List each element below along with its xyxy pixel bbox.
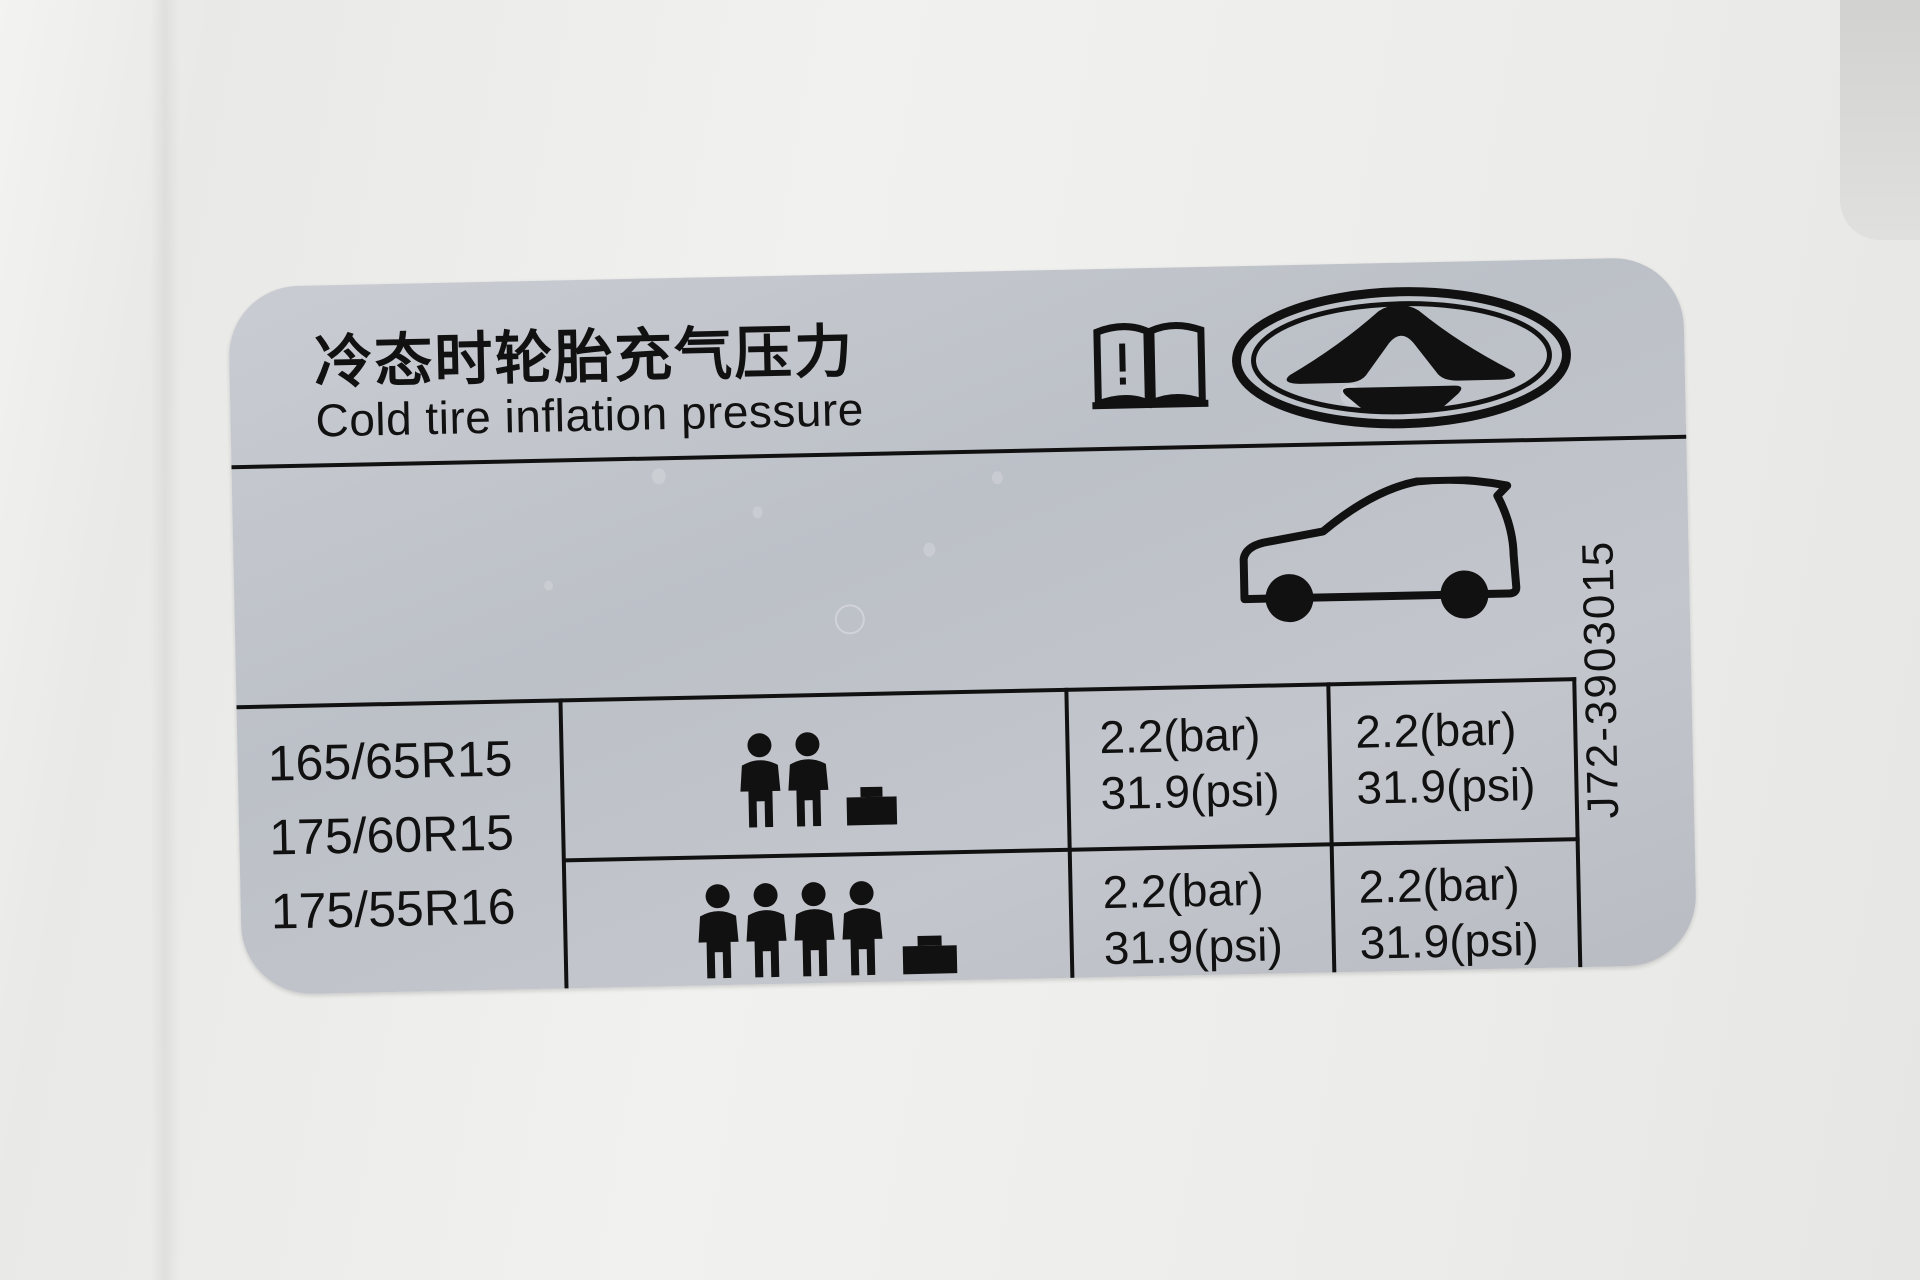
pressure-bar: 2.2(bar) (1358, 857, 1521, 913)
pressure-bar: 2.2(bar) (1354, 702, 1517, 758)
vehicle-door-frame: 冷态时轮胎充气压力 Cold tire inflation pressure 1… (0, 0, 1920, 1280)
four-occupants-luggage-icon (698, 881, 958, 979)
pressure-psi: 31.9(psi) (1355, 758, 1536, 814)
rear-pressure-2-occupants: 2.2(bar) 31.9(psi) (1355, 700, 1536, 816)
table-col-divider (1326, 682, 1337, 973)
surface-droplet (543, 580, 554, 591)
pressure-psi: 31.9(psi) (1103, 918, 1284, 975)
car-side-icon (1239, 475, 1521, 623)
book-warning-icon (1092, 321, 1209, 410)
tire-size: 165/65R15 (267, 730, 513, 792)
pressure-psi: 31.9(psi) (1359, 913, 1540, 969)
table-col-divider (1064, 687, 1075, 978)
pressure-bar: 2.2(bar) (1098, 707, 1261, 764)
surface-droplet (834, 604, 866, 635)
rear-pressure-4-occupants: 2.2(bar) 31.9(psi) (1358, 855, 1539, 971)
surface-droplet (991, 471, 1004, 485)
panel-edge (150, 0, 180, 1280)
two-occupants-luggage-icon (740, 732, 898, 828)
surface-droplet (651, 468, 666, 485)
tire-size-list: 165/65R15 175/60R15 175/55R16 (267, 721, 516, 948)
front-pressure-4-occupants: 2.2(bar) 31.9(psi) (1102, 860, 1283, 976)
surface-droplet (752, 506, 763, 519)
tire-pressure-label: 冷态时轮胎充气压力 Cold tire inflation pressure 1… (227, 256, 1698, 996)
door-part (1840, 0, 1920, 240)
tire-size: 175/60R15 (268, 804, 515, 866)
table-col-divider (558, 698, 569, 989)
pressure-bar: 2.2(bar) (1102, 862, 1265, 919)
part-number: J72-3903015 (1573, 539, 1629, 820)
front-pressure-2-occupants: 2.2(bar) 31.9(psi) (1099, 705, 1280, 821)
surface-droplet (923, 542, 936, 557)
tire-size: 175/55R16 (270, 878, 517, 940)
title-english: Cold tire inflation pressure (315, 383, 865, 447)
pressure-psi: 31.9(psi) (1099, 763, 1281, 820)
brand-logo (1232, 287, 1571, 429)
